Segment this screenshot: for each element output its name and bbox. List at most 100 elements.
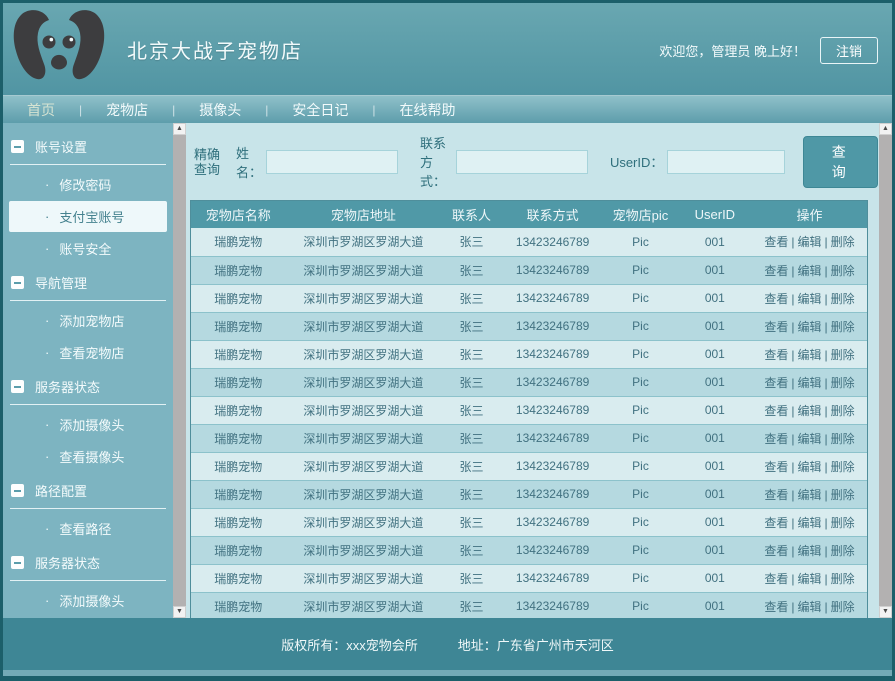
edit-link[interactable]: 编辑 bbox=[798, 348, 822, 362]
sidebar-group-title-1[interactable]: 导航管理 bbox=[3, 265, 173, 298]
cell-contact: 张三 bbox=[441, 480, 502, 508]
delete-link[interactable]: 删除 bbox=[831, 460, 855, 474]
edit-link[interactable]: 编辑 bbox=[798, 516, 822, 530]
sidebar-item[interactable]: ·支付宝账号 bbox=[9, 201, 167, 232]
main-scrollbar[interactable]: ▲ ▼ bbox=[879, 123, 892, 618]
edit-link[interactable]: 编辑 bbox=[798, 488, 822, 502]
action-separator: | bbox=[791, 544, 794, 558]
delete-link[interactable]: 删除 bbox=[831, 600, 855, 614]
cell-pic: Pic bbox=[603, 284, 677, 312]
view-link[interactable]: 查看 bbox=[764, 320, 788, 334]
sidebar-group-title-0[interactable]: 账号设置 bbox=[3, 129, 173, 162]
sidebar-group-title-4[interactable]: 服务器状态 bbox=[3, 545, 173, 578]
table-row: 瑞鹏宠物深圳市罗湖区罗湖大道张三13423246789Pic001查看|编辑|删… bbox=[191, 564, 867, 592]
view-link[interactable]: 查看 bbox=[764, 460, 788, 474]
edit-link[interactable]: 编辑 bbox=[798, 432, 822, 446]
view-link[interactable]: 查看 bbox=[764, 264, 788, 278]
table-row: 瑞鹏宠物深圳市罗湖区罗湖大道张三13423246789Pic001查看|编辑|删… bbox=[191, 284, 867, 312]
sidebar-item[interactable]: ·查看摄像头 bbox=[9, 617, 167, 618]
view-link[interactable]: 查看 bbox=[764, 432, 788, 446]
minus-icon[interactable] bbox=[11, 484, 24, 497]
edit-link[interactable]: 编辑 bbox=[798, 235, 822, 249]
delete-link[interactable]: 删除 bbox=[831, 376, 855, 390]
sidebar-item[interactable]: ·添加摄像头 bbox=[9, 409, 167, 440]
delete-link[interactable]: 删除 bbox=[831, 544, 855, 558]
sidebar-item[interactable]: ·查看路径 bbox=[9, 513, 167, 544]
minus-icon[interactable] bbox=[11, 276, 24, 289]
edit-link[interactable]: 编辑 bbox=[798, 460, 822, 474]
sidebar-scrollbar[interactable]: ▲ ▼ bbox=[173, 123, 186, 618]
sidebar-item[interactable]: ·添加宠物店 bbox=[9, 305, 167, 336]
view-link[interactable]: 查看 bbox=[764, 572, 788, 586]
view-link[interactable]: 查看 bbox=[764, 600, 788, 614]
view-link[interactable]: 查看 bbox=[764, 348, 788, 362]
delete-link[interactable]: 删除 bbox=[831, 235, 855, 249]
nav-item-3[interactable]: 安全日记 bbox=[268, 100, 372, 120]
delete-link[interactable]: 删除 bbox=[831, 348, 855, 362]
search-section-label: 精确 查询 bbox=[194, 147, 226, 177]
action-separator: | bbox=[791, 600, 794, 614]
nav-item-1[interactable]: 宠物店 bbox=[82, 100, 172, 120]
view-link[interactable]: 查看 bbox=[764, 488, 788, 502]
action-separator: | bbox=[825, 235, 828, 249]
logout-button[interactable]: 注销 bbox=[820, 37, 878, 64]
scroll-down-icon[interactable]: ▼ bbox=[879, 606, 892, 618]
action-separator: | bbox=[791, 404, 794, 418]
userid-input[interactable] bbox=[667, 150, 785, 174]
edit-link[interactable]: 编辑 bbox=[798, 264, 822, 278]
view-link[interactable]: 查看 bbox=[764, 376, 788, 390]
edit-link[interactable]: 编辑 bbox=[798, 572, 822, 586]
delete-link[interactable]: 删除 bbox=[831, 264, 855, 278]
view-link[interactable]: 查看 bbox=[764, 235, 788, 249]
delete-link[interactable]: 删除 bbox=[831, 320, 855, 334]
search-submit-button[interactable]: 查 询 bbox=[803, 136, 878, 188]
nav-item-2[interactable]: 摄像头 bbox=[175, 100, 265, 120]
sidebar-item[interactable]: ·修改密码 bbox=[9, 169, 167, 200]
contact-input[interactable] bbox=[456, 150, 588, 174]
edit-link[interactable]: 编辑 bbox=[798, 320, 822, 334]
copyright-text: 版权所有：xxx宠物会所 bbox=[281, 635, 418, 654]
view-link[interactable]: 查看 bbox=[764, 516, 788, 530]
delete-link[interactable]: 删除 bbox=[831, 432, 855, 446]
sidebar-item[interactable]: ·查看摄像头 bbox=[9, 441, 167, 472]
cell-pic: Pic bbox=[603, 508, 677, 536]
action-separator: | bbox=[825, 320, 828, 334]
scroll-up-icon[interactable]: ▲ bbox=[173, 123, 186, 135]
delete-link[interactable]: 删除 bbox=[831, 404, 855, 418]
delete-link[interactable]: 删除 bbox=[831, 488, 855, 502]
cell-actions: 查看|编辑|删除 bbox=[752, 256, 867, 284]
sidebar-group-title-2[interactable]: 服务器状态 bbox=[3, 369, 173, 402]
delete-link[interactable]: 删除 bbox=[831, 516, 855, 530]
cell-user_id: 001 bbox=[678, 312, 752, 340]
sidebar-item[interactable]: ·查看宠物店 bbox=[9, 337, 167, 368]
edit-link[interactable]: 编辑 bbox=[798, 292, 822, 306]
minus-icon[interactable] bbox=[11, 556, 24, 569]
delete-link[interactable]: 删除 bbox=[831, 572, 855, 586]
view-link[interactable]: 查看 bbox=[764, 544, 788, 558]
sidebar-group-title-3[interactable]: 路径配置 bbox=[3, 473, 173, 506]
view-link[interactable]: 查看 bbox=[764, 404, 788, 418]
sidebar-item[interactable]: ·账号安全 bbox=[9, 233, 167, 264]
edit-link[interactable]: 编辑 bbox=[798, 600, 822, 614]
edit-link[interactable]: 编辑 bbox=[798, 544, 822, 558]
scroll-down-icon[interactable]: ▼ bbox=[173, 606, 186, 618]
nav-item-4[interactable]: 在线帮助 bbox=[376, 100, 480, 120]
minus-icon[interactable] bbox=[11, 140, 24, 153]
cell-pic: Pic bbox=[603, 312, 677, 340]
action-separator: | bbox=[825, 348, 828, 362]
table-row: 瑞鹏宠物深圳市罗湖区罗湖大道张三13423246789Pic001查看|编辑|删… bbox=[191, 368, 867, 396]
cell-actions: 查看|编辑|删除 bbox=[752, 340, 867, 368]
name-input[interactable] bbox=[266, 150, 398, 174]
action-separator: | bbox=[825, 292, 828, 306]
scroll-up-icon[interactable]: ▲ bbox=[879, 123, 892, 135]
sidebar-group-label: 账号设置 bbox=[35, 137, 87, 156]
view-link[interactable]: 查看 bbox=[764, 292, 788, 306]
edit-link[interactable]: 编辑 bbox=[798, 404, 822, 418]
nav-item-0[interactable]: 首页 bbox=[3, 100, 79, 120]
cell-pic: Pic bbox=[603, 424, 677, 452]
delete-link[interactable]: 删除 bbox=[831, 292, 855, 306]
action-separator: | bbox=[791, 320, 794, 334]
sidebar-item[interactable]: ·添加摄像头 bbox=[9, 585, 167, 616]
edit-link[interactable]: 编辑 bbox=[798, 376, 822, 390]
minus-icon[interactable] bbox=[11, 380, 24, 393]
